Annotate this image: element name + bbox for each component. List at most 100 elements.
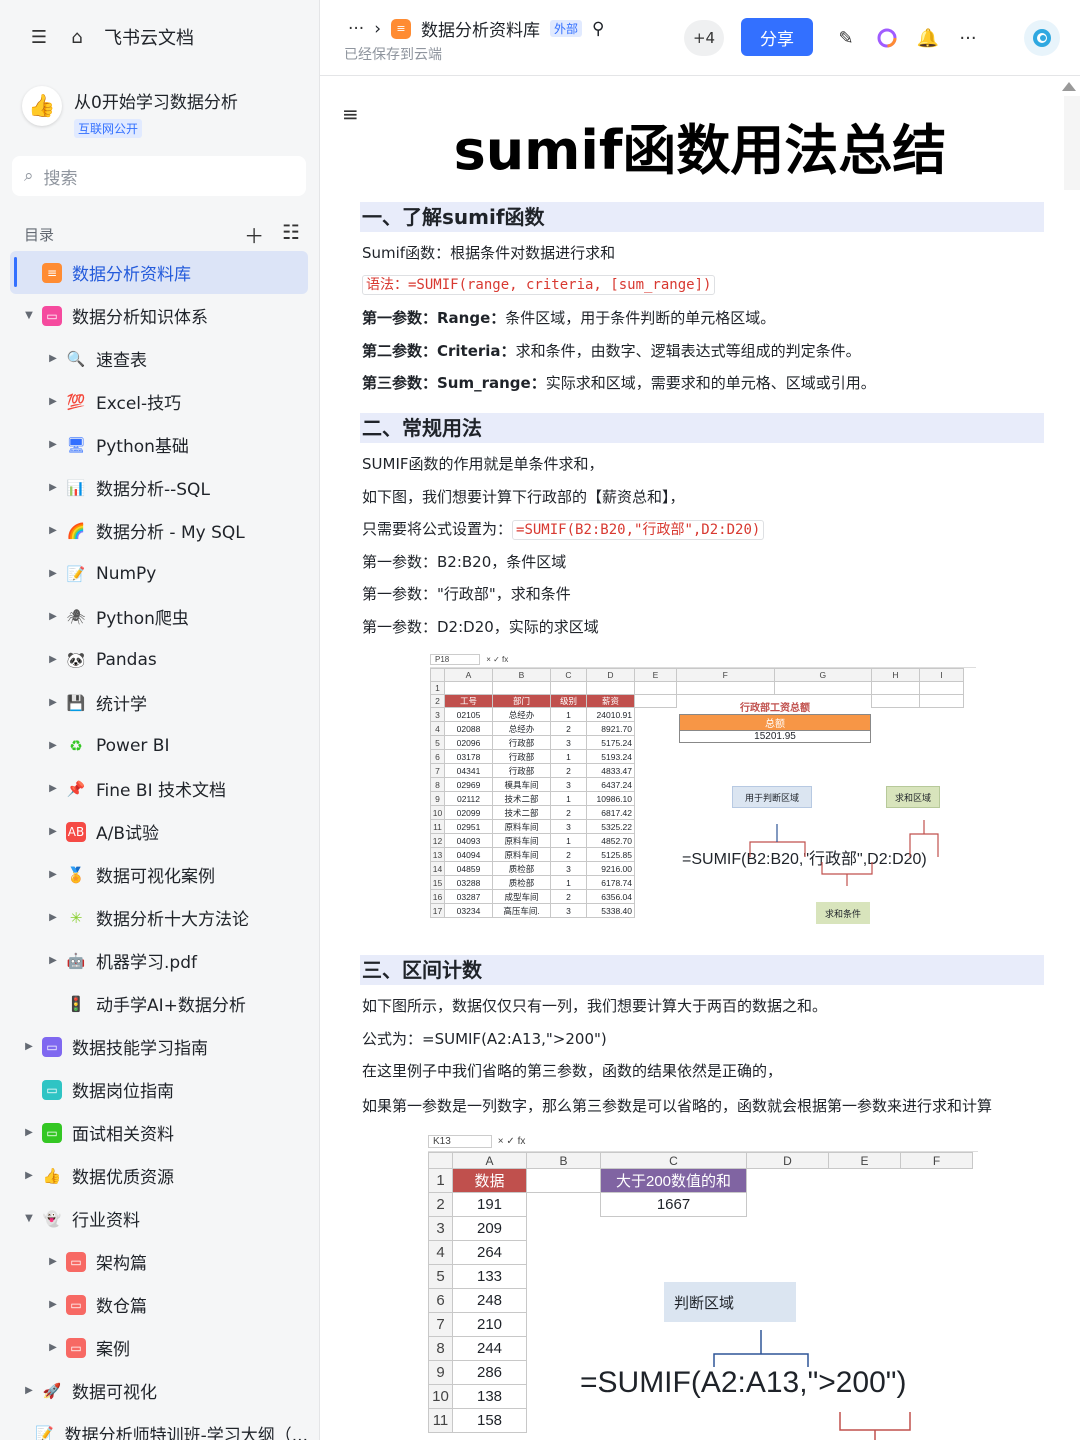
more-icon[interactable]: ··· — [956, 26, 980, 50]
sidebar-item-4[interactable]: ▶ 🖥 Python基础 — [10, 423, 308, 466]
sidebar-item-25[interactable]: ▶ ▭ 案例 — [10, 1326, 308, 1369]
sidebar-item-label: 数据分析师特训班-学习大纲（... — [64, 1426, 308, 1440]
sidebar-item-6[interactable]: ▶ 🌈 数据分析 - My SQL — [10, 509, 308, 552]
sidebar-item-5[interactable]: ▶ 📊 数据分析--SQL — [10, 466, 308, 509]
s1-param1: 第一参数：Range：条件区域，用于条件判断的单元格区域。 — [362, 307, 775, 328]
sidebar-item-7[interactable]: ▶ 📝 NumPy — [10, 552, 308, 595]
bracket-lines-2 — [713, 1330, 911, 1440]
chevron-right-icon[interactable]: ▶ — [46, 525, 60, 536]
chevron-right-icon[interactable]: ▶ — [46, 783, 60, 794]
s2-line5: 第一参数："行政部"，求和条件 — [362, 585, 571, 603]
sidebar-item-12[interactable]: ▶ 📌 Fine BI 技术文档 — [10, 767, 308, 810]
thumbs-up-icon: 👍 — [42, 1166, 62, 1185]
syntax-code: 语法：=SUMIF(range, criteria, [sum_range]) — [362, 275, 716, 295]
add-icon[interactable]: ＋ — [244, 220, 264, 249]
chevron-right-icon[interactable]: ▶ — [46, 439, 60, 450]
list-settings-icon[interactable]: ☷ — [282, 220, 300, 249]
s3-line3: 在这里例子中我们省略的第三参数，函数的结果依然是正确的， — [362, 1062, 783, 1080]
sidebar-item-20[interactable]: ▶ ▭ 面试相关资料 — [10, 1111, 308, 1154]
sidebar-item-8[interactable]: ▶ 🕷 Python爬虫 — [10, 595, 308, 638]
wiki-space-header[interactable]: 👍 从0开始学习数据分析 互联网公开 — [22, 86, 238, 138]
chevron-down-icon[interactable]: ▼ — [22, 310, 36, 321]
chevron-right-icon[interactable]: ▶ — [22, 1041, 36, 1052]
memo-icon: 📝 — [35, 1424, 54, 1440]
collapse-sidebar-icon[interactable]: ☰ — [28, 26, 50, 48]
sidebar-item-label: 面试相关资料 — [72, 1125, 174, 1145]
scroll-up-icon[interactable] — [1062, 82, 1076, 91]
chevron-right-icon[interactable]: ▶ — [46, 740, 60, 751]
sparkle-icon: ✳ — [69, 908, 83, 927]
pin-icon[interactable]: ⚲ — [592, 19, 604, 39]
rocket-icon: 🚀 — [42, 1381, 62, 1400]
ab-icon: AB — [66, 821, 86, 842]
chevron-right-icon[interactable]: ▶ — [46, 826, 60, 837]
panda-icon: 🐼 — [66, 650, 86, 669]
collaborators-button[interactable]: +4 — [684, 20, 724, 56]
doc-icon: ≡ — [391, 18, 412, 39]
bell-icon[interactable]: 🔔 — [916, 26, 940, 50]
chevron-right-icon[interactable]: ▶ — [22, 1127, 36, 1138]
edit-icon[interactable]: ✎ — [834, 26, 858, 50]
magnifier-icon: 🔍 — [66, 349, 86, 368]
chevron-right-icon: › — [374, 18, 382, 39]
sidebar-item-label: 数据可视化 — [72, 1383, 157, 1403]
home-icon[interactable]: ⌂ — [66, 26, 88, 48]
chevron-right-icon[interactable]: ▶ — [46, 1299, 60, 1310]
medal-icon: 🏅 — [66, 865, 86, 884]
app-root: ☰ ⌂ 飞书云文档 👍 从0开始学习数据分析 互联网公开 ⌕ 搜索 目录 ＋ ☷… — [0, 0, 1080, 1440]
sidebar-item-26[interactable]: ▶ 🚀 数据可视化 — [10, 1369, 308, 1412]
sidebar-item-18[interactable]: ▶ ▭ 数据技能学习指南 — [10, 1025, 308, 1068]
sidebar-item-label: Python爬虫 — [96, 609, 189, 629]
sidebar-item-15[interactable]: ▶ ✳ 数据分析十大方法论 — [10, 896, 308, 939]
param2-label: 第二参数：Criteria： — [362, 342, 516, 360]
sidebar-item-22[interactable]: ▼ 👻 行业资料 — [10, 1197, 308, 1240]
sidebar-item-21[interactable]: ▶ 👍 数据优质资源 — [10, 1154, 308, 1197]
chevron-right-icon[interactable]: ▶ — [46, 912, 60, 923]
chevron-right-icon[interactable]: ▶ — [46, 396, 60, 407]
share-button[interactable]: 分享 — [741, 18, 813, 56]
chevron-right-icon[interactable]: ▶ — [46, 654, 60, 665]
doc-tree: ≡ 数据分析资料库 ▼ ▭ 数据分析知识体系 ▶ 🔍 速查表 ▶ 💯 Excel-技巧 ▶ 🖥 Pytho… — [10, 251, 308, 1440]
sidebar-item-2[interactable]: ▶ 🔍 速查表 — [10, 337, 308, 380]
chevron-right-icon[interactable]: ▶ — [46, 697, 60, 708]
chevron-right-icon[interactable]: ▶ — [46, 611, 60, 622]
sidebar-top-bar: ☰ ⌂ 飞书云文档 — [28, 24, 194, 50]
search-input[interactable]: ⌕ 搜索 — [12, 156, 306, 196]
chevron-right-icon[interactable]: ▶ — [46, 1256, 60, 1267]
sidebar-item-17[interactable]: 🚦 动手学AI+数据分析 — [10, 982, 308, 1025]
sidebar-item-3[interactable]: ▶ 💯 Excel-技巧 — [10, 380, 308, 423]
chevron-right-icon[interactable]: ▶ — [46, 869, 60, 880]
sidebar-item-16[interactable]: ▶ 🤖 机器学习.pdf — [10, 939, 308, 982]
sidebar-item-19[interactable]: ▭ 数据岗位指南 — [10, 1068, 308, 1111]
sidebar-item-24[interactable]: ▶ ▭ 数仓篇 — [10, 1283, 308, 1326]
sidebar-item-0[interactable]: ≡ 数据分析资料库 — [10, 251, 308, 294]
sidebar-item-label: 数据优质资源 — [72, 1168, 174, 1188]
breadcrumb-title[interactable]: 数据分析资料库 — [421, 16, 540, 41]
chevron-right-icon[interactable]: ▶ — [46, 1342, 60, 1353]
sidebar-item-11[interactable]: ▶ ♻ Power BI — [10, 724, 308, 767]
sidebar-item-10[interactable]: ▶ 💾 统计学 — [10, 681, 308, 724]
recycle-icon: ♻ — [69, 736, 83, 755]
ai-assistant-icon[interactable] — [875, 26, 899, 50]
chevron-right-icon[interactable]: ▶ — [46, 568, 60, 579]
sidebar-item-13[interactable]: ▶ AB A/B试验 — [10, 810, 308, 853]
chevron-right-icon[interactable]: ▶ — [22, 1170, 36, 1181]
chevron-right-icon[interactable]: ▶ — [46, 482, 60, 493]
chevron-right-icon[interactable]: ▶ — [22, 1385, 36, 1396]
search-placeholder: 搜索 — [43, 168, 78, 189]
param3-label: 第三参数：Sum_range： — [362, 374, 546, 392]
sidebar-item-23[interactable]: ▶ ▭ 架构篇 — [10, 1240, 308, 1283]
doc-orange-icon: ▭ — [66, 1294, 86, 1315]
doc-salmon-icon: ▭ — [66, 1337, 86, 1358]
more-breadcrumb-icon[interactable]: ··· — [348, 19, 364, 39]
sidebar-item-label: 数据分析 - My SQL — [96, 523, 245, 543]
sidebar-item-9[interactable]: ▶ 🐼 Pandas — [10, 638, 308, 681]
sidebar-item-1[interactable]: ▼ ▭ 数据分析知识体系 — [10, 294, 308, 337]
home-label[interactable]: 飞书云文档 — [104, 24, 194, 50]
chevron-right-icon[interactable]: ▶ — [46, 353, 60, 364]
chevron-right-icon[interactable]: ▶ — [46, 955, 60, 966]
avatar[interactable] — [1024, 20, 1060, 56]
sidebar-item-27[interactable]: 📝 数据分析师特训班-学习大纲（... — [10, 1412, 308, 1440]
sidebar-item-14[interactable]: ▶ 🏅 数据可视化案例 — [10, 853, 308, 896]
chevron-down-icon[interactable]: ▼ — [22, 1213, 36, 1224]
